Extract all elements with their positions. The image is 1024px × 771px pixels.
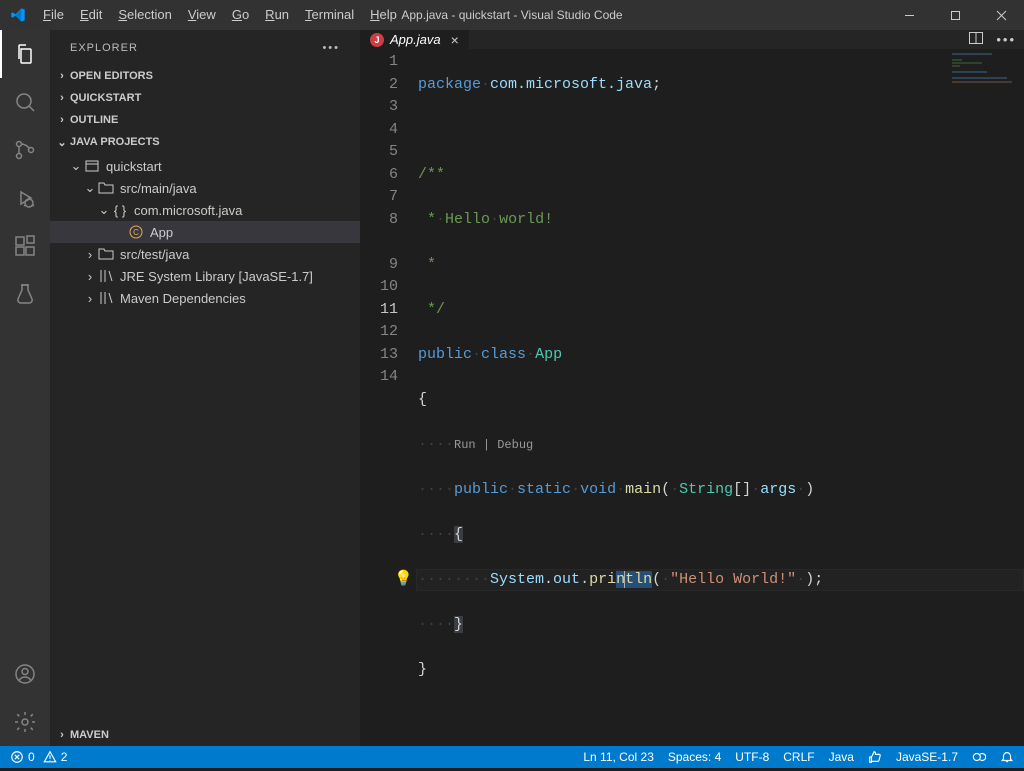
tab-app-java[interactable]: J App.java × (360, 30, 470, 49)
tree-project[interactable]: ⌄ quickstart (50, 155, 360, 177)
minimize-button[interactable] (886, 0, 932, 30)
editor-more-icon[interactable]: ••• (996, 32, 1016, 47)
status-errors[interactable]: 0 (10, 750, 35, 764)
folder-icon (98, 246, 114, 262)
line-number-gutter: 1 2 3 4 5 6 7 8 9 10 11 12 13 14 (360, 49, 416, 771)
menu-bar: File Edit Selection View Go Run Terminal… (35, 0, 405, 30)
svg-text:C: C (133, 228, 139, 237)
section-workspace[interactable]: ›QUICKSTART (50, 87, 360, 109)
tree-src-test[interactable]: › src/test/java (50, 243, 360, 265)
close-tab-icon[interactable]: × (451, 32, 459, 48)
tab-label: App.java (390, 32, 441, 47)
codelens-run-debug[interactable]: Run | Debug (454, 438, 533, 452)
menu-terminal[interactable]: Terminal (297, 0, 362, 30)
menu-edit[interactable]: Edit (72, 0, 110, 30)
activity-search-icon[interactable] (0, 78, 50, 126)
section-outline[interactable]: ›OUTLINE (50, 109, 360, 131)
project-icon (84, 158, 100, 174)
tab-bar: J App.java × ••• (360, 30, 1024, 49)
sidebar-more-icon[interactable]: ••• (322, 42, 340, 54)
sidebar-title: EXPLORER ••• (50, 30, 360, 65)
maximize-button[interactable] (932, 0, 978, 30)
section-maven[interactable]: ›MAVEN (50, 724, 360, 746)
tree-src-main[interactable]: ⌄ src/main/java (50, 177, 360, 199)
activity-settings-icon[interactable] (0, 698, 50, 746)
library-icon (98, 290, 114, 306)
section-java-projects[interactable]: ⌄JAVA PROJECTS (50, 131, 360, 153)
split-editor-icon[interactable] (968, 30, 984, 49)
activity-explorer-icon[interactable] (0, 30, 50, 78)
tree-package[interactable]: ⌄ { } com.microsoft.java (50, 199, 360, 221)
title-bar: File Edit Selection View Go Run Terminal… (0, 0, 1024, 30)
tree-jre[interactable]: › JRE System Library [JavaSE-1.7] (50, 265, 360, 287)
tree-app[interactable]: C App (50, 221, 360, 243)
window-title: App.java - quickstart - Visual Studio Co… (401, 8, 622, 22)
activity-testing-icon[interactable] (0, 270, 50, 318)
status-warnings[interactable]: 2 (43, 750, 68, 764)
code-editor[interactable]: 1 2 3 4 5 6 7 8 9 10 11 12 13 14 package… (360, 49, 1024, 771)
activity-account-icon[interactable] (0, 650, 50, 698)
menu-selection[interactable]: Selection (110, 0, 179, 30)
close-button[interactable] (978, 0, 1024, 30)
section-open-editors[interactable]: ›OPEN EDITORS (50, 65, 360, 87)
window-controls (886, 0, 1024, 30)
class-icon: C (128, 224, 144, 240)
sidebar: EXPLORER ••• ›OPEN EDITORS ›QUICKSTART ›… (50, 30, 360, 746)
java-file-icon: J (370, 33, 384, 47)
activity-scm-icon[interactable] (0, 126, 50, 174)
java-projects-tree: ⌄ quickstart ⌄ src/main/java ⌄ { } com.m… (50, 153, 360, 317)
menu-run[interactable]: Run (257, 0, 297, 30)
menu-file[interactable]: File (35, 0, 72, 30)
library-icon (98, 268, 114, 284)
tree-maven-deps[interactable]: › Maven Dependencies (50, 287, 360, 309)
menu-help[interactable]: Help (362, 0, 405, 30)
lightbulb-icon[interactable]: 💡 (394, 569, 413, 592)
editor-group: J App.java × ••• src› main› java› com› m… (360, 30, 1024, 746)
activity-extensions-icon[interactable] (0, 222, 50, 270)
package-icon: { } (112, 202, 128, 218)
activity-bar (0, 30, 50, 746)
vscode-logo-icon (0, 7, 35, 23)
folder-icon (98, 180, 114, 196)
activity-debug-icon[interactable] (0, 174, 50, 222)
menu-view[interactable]: View (180, 0, 224, 30)
menu-go[interactable]: Go (224, 0, 257, 30)
